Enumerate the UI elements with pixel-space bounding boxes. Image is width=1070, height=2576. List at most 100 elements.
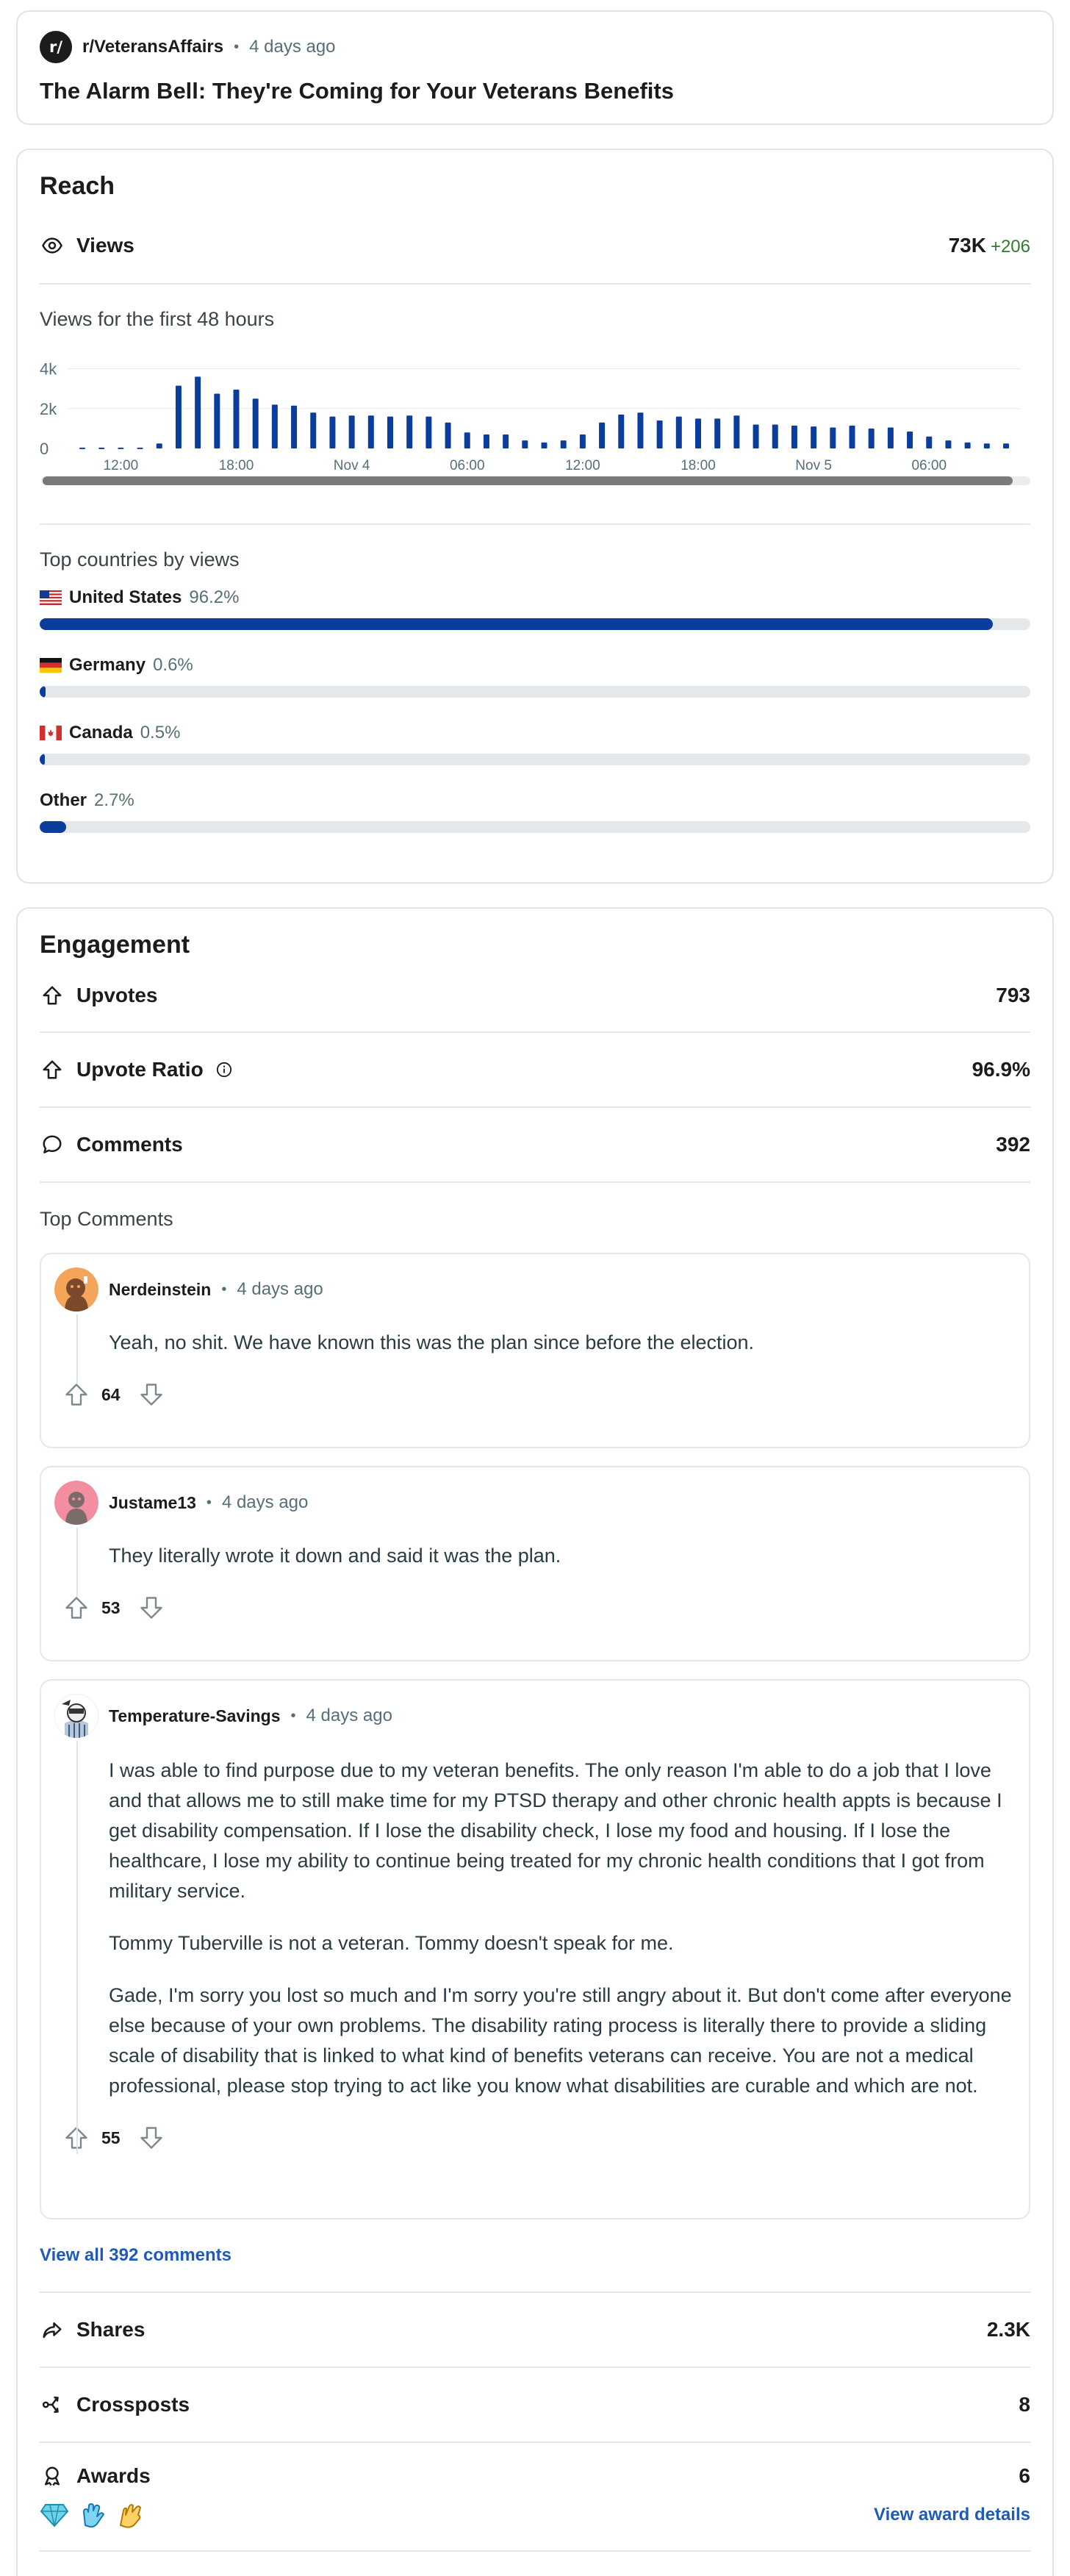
comments-row: Comments 392	[40, 1108, 1030, 1183]
downvote-icon[interactable]	[137, 1593, 166, 1622]
subreddit-name[interactable]: r/VeteransAffairs	[82, 37, 223, 57]
upvote-icon[interactable]	[62, 1380, 91, 1409]
chart-bar	[445, 422, 451, 448]
chart-bar	[464, 432, 470, 448]
separator-dot: •	[206, 1494, 212, 1511]
upvote-ratio-value: 96.9%	[972, 1058, 1030, 1081]
shares-label: Shares	[76, 2318, 146, 2341]
info-icon[interactable]	[215, 1061, 233, 1078]
country-name: Germany	[69, 655, 146, 675]
post-title[interactable]: The Alarm Bell: They're Coming for Your …	[40, 78, 1030, 104]
views-chart-svg: 0 2k 4k 12:00 18:00 Nov 4 06:00 12:00 18:00 Nov 5…	[40, 360, 1030, 485]
comment-bubble-icon	[40, 1132, 65, 1157]
comment-time: 4 days ago	[237, 1279, 323, 1299]
x-tick-label: 18:00	[219, 458, 254, 473]
chart-bar	[252, 398, 259, 448]
eye-icon	[40, 233, 65, 258]
crossposts-label: Crossposts	[76, 2393, 190, 2416]
comment-username[interactable]: Temperature-Savings	[109, 1706, 280, 1726]
post-meta: r/ r/VeteransAffairs • 4 days ago	[40, 31, 1030, 63]
user-avatar[interactable]	[54, 1481, 98, 1525]
downvote-icon[interactable]	[137, 1380, 166, 1409]
chart-bar	[868, 428, 875, 448]
chart-bar	[367, 415, 374, 448]
downvote-icon[interactable]	[137, 2123, 166, 2153]
upvote-icon[interactable]	[62, 1593, 91, 1622]
engagement-card: Engagement Upvotes 793 Upvote Ratio 96.9	[16, 907, 1054, 2576]
view-award-details-link[interactable]: View award details	[874, 2505, 1030, 2525]
country-bar-track	[40, 686, 1030, 698]
y-tick-label: 2k	[40, 400, 57, 418]
y-tick-label: 4k	[40, 360, 57, 379]
post-time: 4 days ago	[249, 37, 336, 57]
clapping-hands-award-icon[interactable]	[78, 2500, 107, 2530]
chart-bar	[233, 390, 240, 448]
chart-bar	[310, 412, 317, 448]
comment-paragraph: Tommy Tuberville is not a veteran. Tommy…	[109, 1932, 674, 1954]
engagement-title: Engagement	[40, 931, 190, 959]
comment-card[interactable]: Nerdeinstein • 4 days ago Yeah, no shit.…	[40, 1253, 1030, 1448]
separator-dot: •	[290, 1707, 296, 1724]
chart-bar	[714, 418, 721, 448]
comment-paragraph: Gade, I'm sorry you lost so much and I'm…	[109, 1984, 1012, 2097]
country-name: Other	[40, 790, 87, 810]
award-ribbon-icon	[40, 2464, 65, 2489]
shares-value: 2.3K	[986, 2318, 1030, 2341]
x-tick-label: 12:00	[104, 458, 139, 473]
comment-username[interactable]: Nerdeinstein	[109, 1280, 211, 1300]
separator-dot: •	[234, 38, 240, 55]
comment-card[interactable]: Justame13 • 4 days ago They literally wr…	[40, 1466, 1030, 1661]
x-tick-label: 06:00	[911, 458, 947, 473]
chart-bar	[137, 447, 143, 449]
chart-bar	[618, 414, 625, 448]
chart-bar	[79, 447, 85, 449]
chart-bar	[656, 421, 663, 448]
chart-bar	[271, 404, 278, 448]
chart-scrollbar-thumb[interactable]	[43, 476, 1013, 485]
x-tick-label: 12:00	[565, 458, 600, 473]
awards-value: 6	[1019, 2464, 1030, 2487]
views-value: 73K	[948, 234, 986, 257]
country-name: Canada	[69, 723, 133, 743]
country-bar-track	[40, 754, 1030, 765]
chart-bar	[195, 376, 201, 448]
x-tick-label: Nov 5	[795, 458, 832, 473]
chart-bar	[887, 427, 894, 448]
x-tick-label: 06:00	[450, 458, 485, 473]
comment-time: 4 days ago	[306, 1706, 392, 1725]
chart-bar	[579, 434, 586, 448]
country-bar-fill	[40, 618, 993, 630]
awards-label: Awards	[76, 2464, 151, 2487]
upvote-arrow-icon	[40, 1057, 65, 1082]
praise-hands-award-icon[interactable]	[116, 2500, 146, 2530]
crosspost-icon	[40, 2392, 65, 2417]
comment-paragraph: I was able to find purpose due to my vet…	[109, 1759, 1002, 1902]
chart-bar	[733, 415, 740, 448]
post-header-card[interactable]: r/ r/VeteransAffairs • 4 days ago The Al…	[16, 10, 1054, 125]
comment-card[interactable]: Temperature-Savings • 4 days ago I was a…	[40, 1679, 1030, 2219]
subreddit-avatar[interactable]: r/	[40, 31, 72, 63]
chart-bar	[599, 422, 606, 448]
thread-line	[76, 1314, 78, 1384]
comment-score: 53	[101, 1598, 121, 1617]
post-insights-page: r/ r/VeteransAffairs • 4 days ago The Al…	[0, 0, 1070, 2576]
upvote-ratio-label: Upvote Ratio	[76, 1058, 204, 1081]
country-name: United States	[69, 587, 182, 607]
comment-username[interactable]: Justame13	[109, 1493, 196, 1513]
user-avatar[interactable]	[54, 1267, 98, 1312]
separator-dot: •	[221, 1281, 227, 1298]
chart-bar	[637, 412, 644, 448]
upvotes-label: Upvotes	[76, 984, 158, 1006]
diamond-award-icon[interactable]	[40, 2502, 69, 2528]
crossposts-row: Crossposts 8	[40, 2368, 1030, 2443]
chart-bar	[406, 415, 413, 448]
chart-bar	[156, 443, 162, 448]
user-avatar[interactable]	[54, 1694, 98, 1738]
views-chart-heading: Views for the first 48 hours	[40, 308, 275, 330]
view-all-comments-link[interactable]: View all 392 comments	[40, 2245, 231, 2266]
chart-bar	[926, 436, 933, 448]
reach-card: Reach Views 73K +206 Views for the first …	[16, 149, 1054, 884]
chart-bar	[964, 442, 971, 448]
chart-bar	[983, 443, 990, 448]
thread-line	[76, 1741, 78, 2154]
